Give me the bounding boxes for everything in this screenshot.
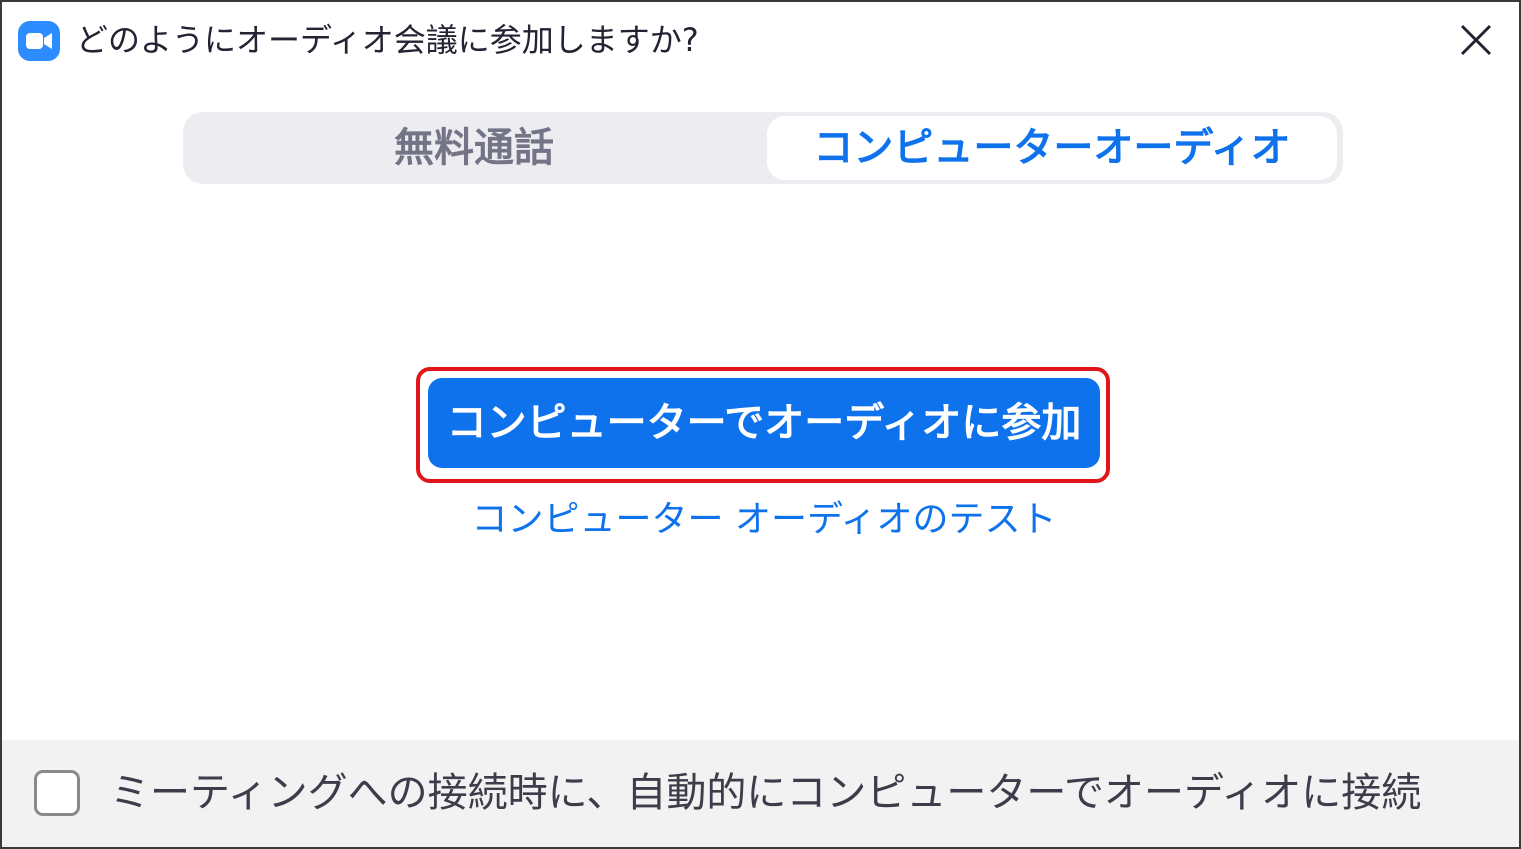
audio-join-dialog: どのようにオーディオ会議に参加しますか? 無料通話 コンピューターオーディオ コ… [0,0,1521,849]
footer-bar: ミーティングへの接続時に、自動的にコンピューターでオーディオに接続 [2,740,1519,847]
close-icon [1460,24,1492,56]
dialog-title: どのようにオーディオ会議に参加しますか? [76,21,699,59]
tab-phone-call[interactable]: 無料通話 [189,116,759,180]
join-with-computer-audio-button[interactable]: コンピューターでオーディオに参加 [428,378,1100,468]
audio-type-tabs: 無料通話 コンピューターオーディオ [183,112,1343,184]
auto-join-audio-label: ミーティングへの接続時に、自動的にコンピューターでオーディオに接続 [110,770,1422,816]
test-computer-audio-link[interactable]: コンピューター オーディオのテスト [462,494,1066,546]
auto-join-audio-checkbox[interactable] [34,770,80,816]
zoom-camera-icon [18,21,60,61]
title-bar: どのようにオーディオ会議に参加しますか? [2,2,1519,78]
tab-computer-audio[interactable]: コンピューターオーディオ [767,116,1337,180]
close-button[interactable] [1450,16,1502,64]
